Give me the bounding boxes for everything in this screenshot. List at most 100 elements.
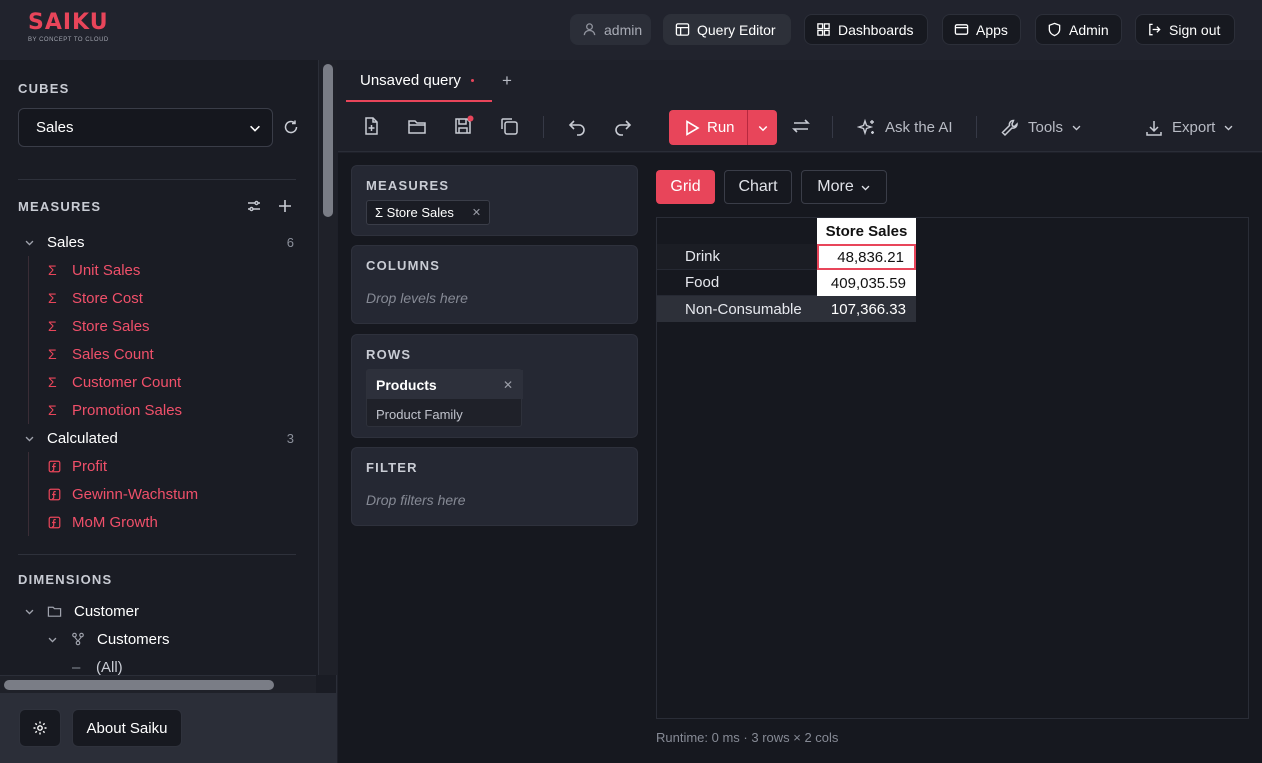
download-icon <box>1144 118 1164 138</box>
cube-select-value: Sales <box>36 119 74 136</box>
top-bar: SAIKU BY CONCEPT TO CLOUD admin Query Ed… <box>0 0 1262 60</box>
run-main-button[interactable]: Run <box>669 119 747 137</box>
row-header-drink[interactable]: Drink <box>657 244 817 270</box>
sigma-icon: Σ <box>48 262 57 278</box>
row-level-label[interactable]: Product Family <box>376 407 463 422</box>
add-measure-icon[interactable] <box>277 198 293 214</box>
add-tab-button[interactable]: + <box>502 71 512 91</box>
chevron-down-icon <box>1071 122 1082 133</box>
measure-item-mom-growth[interactable]: MoM Growth <box>48 508 288 536</box>
filter-zone-title: FILTER <box>366 460 418 475</box>
measures-drop-zone[interactable]: MEASURES Σ Store Sales ✕ <box>351 165 638 236</box>
measure-label: Promotion Sales <box>72 401 183 419</box>
measure-item-promotion-sales[interactable]: Σ Promotion Sales <box>48 396 288 424</box>
logout-icon <box>1147 22 1162 37</box>
dimensions-title: DIMENSIONS <box>18 572 113 587</box>
close-icon[interactable]: ✕ <box>472 206 481 219</box>
run-options-dropdown[interactable] <box>748 122 777 134</box>
column-header-store-sales[interactable]: Store Sales <box>817 218 916 244</box>
grid-view-button[interactable]: Grid <box>656 170 715 204</box>
level-all[interactable]: – (All) <box>72 653 292 676</box>
divider <box>18 554 296 555</box>
ask-ai-label: Ask the AI <box>885 119 953 136</box>
row-header-non-consumable[interactable]: Non-Consumable <box>657 296 817 322</box>
rows-drop-zone[interactable]: ROWS Products ✕ Product Family <box>351 334 638 438</box>
sidebar-horizontal-scrollbar[interactable] <box>0 675 316 693</box>
redo-icon[interactable] <box>612 115 634 137</box>
cell-drink-store-sales[interactable]: 48,836.21 <box>817 244 916 270</box>
measure-item-customer-count[interactable]: Σ Customer Count <box>48 368 288 396</box>
cubes-title: CUBES <box>18 81 70 96</box>
cube-select[interactable]: Sales <box>18 108 273 147</box>
tab-unsaved-query[interactable]: Unsaved query <box>346 60 492 102</box>
measure-item-store-cost[interactable]: Σ Store Cost <box>48 284 288 312</box>
measure-item-sales-count[interactable]: Σ Sales Count <box>48 340 288 368</box>
user-menu-button[interactable]: admin <box>570 14 651 45</box>
toolbar-separator <box>543 116 544 138</box>
settings-button[interactable] <box>19 709 61 747</box>
open-folder-icon[interactable] <box>406 115 428 137</box>
query-editor-label: Query Editor <box>697 21 776 38</box>
chart-view-button[interactable]: Chart <box>724 170 792 204</box>
save-icon[interactable] <box>452 115 474 137</box>
window-icon <box>954 22 969 37</box>
formula-icon <box>48 460 72 473</box>
swap-axes-icon[interactable] <box>790 115 812 137</box>
refresh-cubes-icon[interactable] <box>283 119 299 135</box>
more-label: More <box>817 178 854 195</box>
sidebar-vertical-scrollbar[interactable] <box>318 60 337 675</box>
grid-corner <box>657 218 817 244</box>
group-label: Calculated <box>47 429 118 447</box>
run-button[interactable]: Run <box>669 110 777 145</box>
query-editor-button[interactable]: Query Editor <box>663 14 791 45</box>
columns-drop-zone[interactable]: COLUMNS Drop levels here <box>351 245 638 324</box>
dash-icon: – <box>72 658 81 676</box>
more-button[interactable]: More <box>801 170 887 204</box>
saiku-logo[interactable]: SAIKU BY CONCEPT TO CLOUD <box>28 12 109 44</box>
new-query-icon[interactable] <box>360 115 382 137</box>
about-saiku-button[interactable]: About Saiku <box>72 709 182 747</box>
measure-label: Gewinn-Wachstum <box>72 485 199 503</box>
hierarchy-customers[interactable]: Customers <box>47 625 294 653</box>
apps-button[interactable]: Apps <box>942 14 1021 45</box>
copy-icon[interactable] <box>498 115 520 137</box>
measure-label: Profit <box>72 457 108 475</box>
measures-zone-title: MEASURES <box>366 178 450 193</box>
user-icon <box>582 22 597 37</box>
chevron-down-icon <box>860 182 871 193</box>
row-chip-products[interactable]: Products ✕ Product Family <box>366 369 523 427</box>
undo-icon[interactable] <box>566 115 588 137</box>
measure-item-gewinn-wachstum[interactable]: Gewinn-Wachstum <box>48 480 288 508</box>
dashboards-button[interactable]: Dashboards <box>804 14 928 45</box>
row-chip-header: Products ✕ <box>367 370 523 399</box>
columns-zone-title: COLUMNS <box>366 258 441 273</box>
toolbar: Run Ask the AI Tools Export <box>338 102 1262 152</box>
measure-group-sales[interactable]: Sales 6 <box>24 228 294 256</box>
tools-label: Tools <box>1028 119 1064 136</box>
chevron-down-icon <box>24 606 47 617</box>
cell-non-consumable-store-sales[interactable]: 107,366.33 <box>817 296 916 322</box>
filter-drop-zone[interactable]: FILTER Drop filters here <box>351 447 638 526</box>
row-header-food[interactable]: Food <box>657 270 817 296</box>
filter-settings-icon[interactable] <box>246 198 262 214</box>
export-button[interactable]: Export <box>1144 110 1234 145</box>
dimension-customer[interactable]: Customer <box>24 597 294 625</box>
sign-out-button[interactable]: Sign out <box>1135 14 1235 45</box>
measure-item-profit[interactable]: Profit <box>48 452 288 480</box>
measure-item-unit-sales[interactable]: Σ Unit Sales <box>48 256 288 284</box>
measure-item-store-sales[interactable]: Σ Store Sales <box>48 312 288 340</box>
dashboard-icon <box>816 22 831 37</box>
dimension-label: Customer <box>74 602 140 620</box>
sidebar: CUBES Sales MEASURES Sales 6 Σ Unit Sales… <box>0 60 337 763</box>
admin-button[interactable]: Admin <box>1035 14 1122 45</box>
close-icon[interactable]: ✕ <box>503 378 513 392</box>
measure-group-calculated[interactable]: Calculated 3 <box>24 424 294 452</box>
scrollbar-thumb[interactable] <box>323 64 333 217</box>
rows-zone-title: ROWS <box>366 347 412 362</box>
tools-button[interactable]: Tools <box>1000 110 1082 145</box>
tab-label: Unsaved query <box>360 71 461 89</box>
cell-food-store-sales[interactable]: 409,035.59 <box>817 270 916 296</box>
ask-ai-button[interactable]: Ask the AI <box>857 110 953 145</box>
measure-chip-store-sales[interactable]: Σ Store Sales ✕ <box>366 200 491 225</box>
scrollbar-thumb[interactable] <box>4 680 274 690</box>
